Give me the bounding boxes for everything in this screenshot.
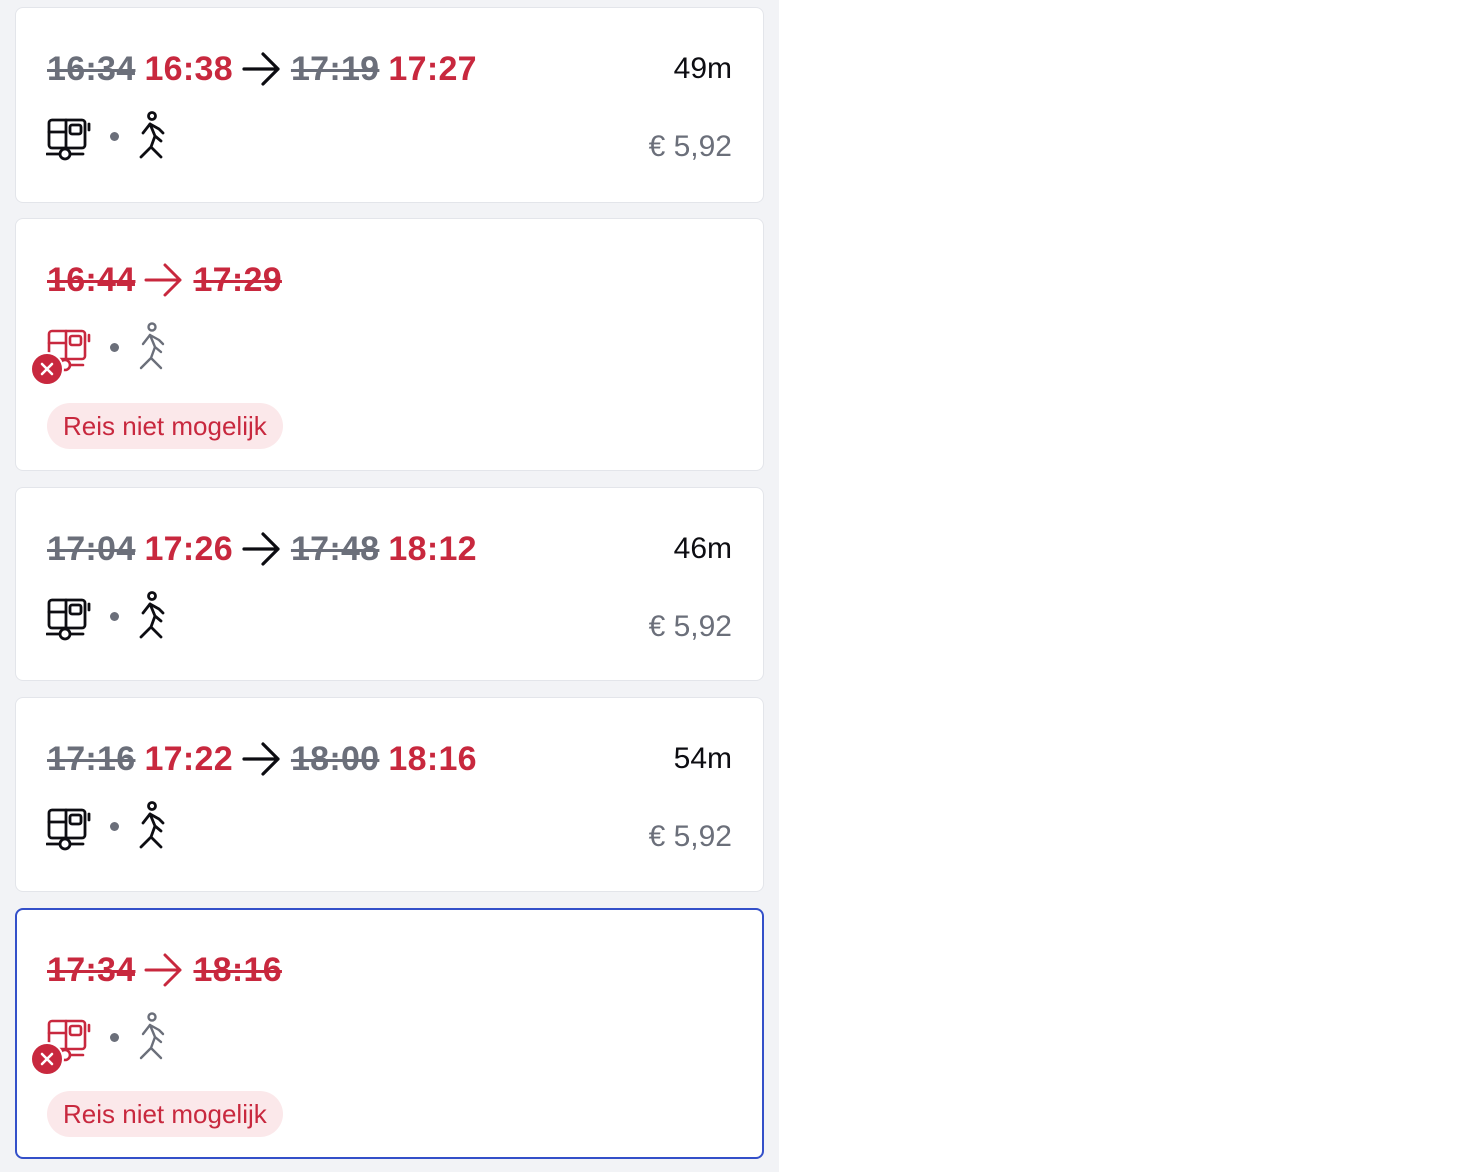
separator-dot bbox=[110, 342, 119, 352]
walking-icon bbox=[135, 801, 169, 851]
arrival-planned: 18:16 bbox=[193, 951, 282, 989]
walking-icon bbox=[135, 322, 169, 372]
separator-dot bbox=[110, 131, 119, 141]
status-badge: Reis niet mogelijk bbox=[47, 403, 283, 449]
walking-icon bbox=[135, 111, 169, 161]
journey-times: 17:34 18:16 bbox=[47, 950, 282, 990]
arrival-planned: 17:29 bbox=[193, 261, 282, 299]
arrival-actual: 18:12 bbox=[388, 530, 477, 568]
separator-dot bbox=[110, 821, 119, 831]
bus-icon bbox=[45, 591, 96, 641]
arrival-planned: 17:19 bbox=[290, 50, 380, 88]
separator-dot bbox=[110, 611, 119, 621]
journey-card[interactable]: 16:34 16:38 17:19 17:27 49m € 5,92 bbox=[15, 7, 764, 203]
journey-card[interactable]: 17:16 17:22 18:00 18:16 54m € 5,92 bbox=[15, 697, 764, 892]
walking-icon bbox=[135, 591, 169, 641]
cancel-x-icon bbox=[30, 1042, 64, 1076]
departure-actual: 17:26 bbox=[144, 530, 233, 568]
arrival-planned: 17:48 bbox=[290, 530, 380, 568]
journey-card[interactable]: 16:44 17:29 Reis niet mogelijk bbox=[15, 218, 764, 471]
arrow-right-icon bbox=[241, 739, 283, 779]
transport-modes bbox=[30, 1009, 169, 1076]
journey-card-selected[interactable]: 17:34 18:16 Reis niet mogelijk bbox=[15, 908, 764, 1159]
journey-duration: 54m bbox=[673, 742, 732, 775]
journey-duration: 46m bbox=[673, 532, 732, 565]
separator-dot bbox=[110, 1032, 119, 1042]
journey-duration: 49m bbox=[673, 52, 732, 85]
departure-planned: 17:16 bbox=[47, 740, 136, 778]
journey-price: € 5,92 bbox=[648, 820, 732, 853]
transport-modes bbox=[30, 319, 169, 386]
departure-planned: 17:34 bbox=[47, 951, 136, 989]
departure-actual: 17:22 bbox=[144, 740, 233, 778]
status-badge: Reis niet mogelijk bbox=[47, 1091, 283, 1137]
walking-icon bbox=[135, 1012, 169, 1062]
journey-price: € 5,92 bbox=[648, 610, 732, 643]
arrow-right-icon bbox=[143, 950, 185, 990]
transport-modes bbox=[45, 108, 169, 164]
journey-card[interactable]: 17:04 17:26 17:48 18:12 46m € 5,92 bbox=[15, 487, 764, 681]
journey-times: 16:44 17:29 bbox=[47, 260, 282, 300]
journey-times: 16:34 16:38 17:19 17:27 bbox=[47, 49, 477, 89]
journey-times: 17:04 17:26 17:48 18:12 bbox=[47, 529, 477, 569]
arrow-right-icon bbox=[143, 260, 185, 300]
arrival-actual: 18:16 bbox=[388, 740, 477, 778]
bus-icon bbox=[45, 801, 96, 851]
journey-list: 16:34 16:38 17:19 17:27 49m € 5,92 16:44… bbox=[0, 0, 779, 1172]
journey-times: 17:16 17:22 18:00 18:16 bbox=[47, 739, 477, 779]
departure-planned: 16:44 bbox=[47, 261, 136, 299]
departure-planned: 17:04 bbox=[47, 530, 136, 568]
cancel-x-icon bbox=[30, 352, 64, 386]
bus-icon bbox=[30, 322, 96, 386]
bus-icon bbox=[30, 1012, 96, 1076]
departure-actual: 16:38 bbox=[144, 50, 233, 88]
transport-modes bbox=[45, 798, 169, 854]
arrival-planned: 18:00 bbox=[290, 740, 380, 778]
journey-price: € 5,92 bbox=[648, 130, 732, 163]
arrival-actual: 17:27 bbox=[388, 50, 477, 88]
departure-planned: 16:34 bbox=[47, 50, 136, 88]
arrow-right-icon bbox=[241, 49, 283, 89]
bus-icon bbox=[45, 111, 96, 161]
arrow-right-icon bbox=[241, 529, 283, 569]
transport-modes bbox=[45, 588, 169, 644]
